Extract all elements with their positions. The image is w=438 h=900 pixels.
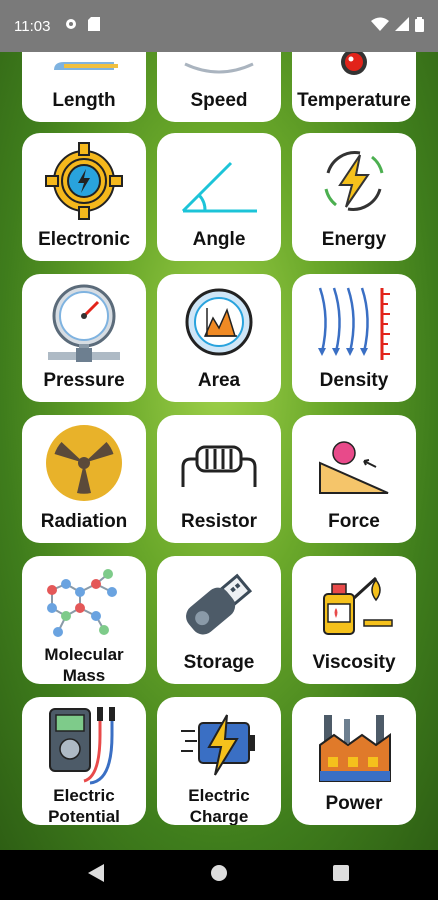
tile-label: Molecular Mass xyxy=(22,644,146,684)
tile-electric-charge[interactable]: Electric Charge xyxy=(157,697,281,825)
home-icon xyxy=(210,864,228,887)
tile-label: Electronic xyxy=(38,229,130,250)
thermometer-icon xyxy=(314,52,394,82)
tile-density[interactable]: Density xyxy=(292,274,416,402)
tile-viscosity[interactable]: Viscosity xyxy=(292,556,416,684)
power-plant-icon xyxy=(314,705,394,785)
tile-label: Area xyxy=(197,370,241,391)
back-icon xyxy=(88,863,104,887)
force-ramp-icon xyxy=(314,423,394,503)
navigation-bar xyxy=(0,850,438,900)
tile-label: Angle xyxy=(192,229,246,250)
tile-label-line2: Potential xyxy=(48,807,120,825)
area-icon xyxy=(179,282,259,362)
converter-grid-screen: Length Speed Temperature Electronic Angl… xyxy=(0,52,438,850)
tile-length[interactable]: Length xyxy=(22,52,146,122)
tile-label: Resistor xyxy=(180,511,258,532)
battery-charge-icon xyxy=(179,705,259,785)
speedometer-icon xyxy=(179,52,259,82)
usb-drive-icon xyxy=(179,564,259,644)
tile-label-line2: Charge xyxy=(189,807,249,825)
tile-label: Temperature xyxy=(297,90,411,111)
tile-label-line2: Mass xyxy=(62,666,106,684)
tile-radiation[interactable]: Radiation xyxy=(22,415,146,543)
tile-label-line1: Molecular xyxy=(44,645,124,664)
wifi-icon xyxy=(371,17,389,35)
signal-icon xyxy=(395,17,409,35)
tile-label: Force xyxy=(328,511,380,532)
battery-icon xyxy=(415,16,424,36)
tile-label-line1: Electric xyxy=(53,786,115,805)
oil-can-icon xyxy=(314,564,394,644)
tile-molecular-mass[interactable]: Molecular Mass xyxy=(22,556,146,684)
pressure-gauge-icon xyxy=(44,282,124,362)
tile-speed[interactable]: Speed xyxy=(157,52,281,122)
tile-label: Power xyxy=(325,793,383,814)
molecule-icon xyxy=(44,564,124,644)
tile-label: Electric Potential xyxy=(22,785,146,825)
tile-label: Pressure xyxy=(43,370,125,391)
tile-electric-potential[interactable]: Electric Potential xyxy=(22,697,146,825)
resistor-icon xyxy=(179,423,259,503)
multimeter-icon xyxy=(44,705,124,785)
tile-force[interactable]: Force xyxy=(292,415,416,543)
tile-pressure[interactable]: Pressure xyxy=(22,274,146,402)
status-time: 11:03 xyxy=(14,17,51,35)
tape-measure-icon xyxy=(44,52,124,82)
density-icon xyxy=(314,282,394,362)
converter-grid: Length Speed Temperature Electronic Angl… xyxy=(0,52,438,850)
status-bar: 11:03 xyxy=(0,0,438,52)
nav-back-button[interactable] xyxy=(66,850,126,900)
tile-temperature[interactable]: Temperature xyxy=(292,52,416,122)
tile-storage[interactable]: Storage xyxy=(157,556,281,684)
tile-area[interactable]: Area xyxy=(157,274,281,402)
tile-label-line1: Electric xyxy=(188,786,250,805)
tile-electronic[interactable]: Electronic xyxy=(22,133,146,261)
gear-icon xyxy=(64,17,78,35)
tile-label: Storage xyxy=(183,652,255,673)
tile-angle[interactable]: Angle xyxy=(157,133,281,261)
tile-label: Length xyxy=(52,90,116,111)
nav-home-button[interactable] xyxy=(189,850,249,900)
electronic-gear-icon xyxy=(44,141,124,221)
tile-label: Electric Charge xyxy=(157,785,281,825)
radiation-icon xyxy=(44,423,124,503)
tile-energy[interactable]: Energy xyxy=(292,133,416,261)
tile-label: Viscosity xyxy=(312,652,396,673)
tile-power[interactable]: Power xyxy=(292,697,416,825)
angle-icon xyxy=(179,141,259,221)
nav-recents-button[interactable] xyxy=(311,850,371,900)
tile-label: Radiation xyxy=(40,511,128,532)
energy-bolt-icon xyxy=(314,141,394,221)
tile-resistor[interactable]: Resistor xyxy=(157,415,281,543)
tile-label: Energy xyxy=(321,229,387,250)
tile-label: Density xyxy=(319,370,389,391)
tile-label: Speed xyxy=(190,90,248,111)
sd-card-icon xyxy=(88,17,101,35)
recents-icon xyxy=(333,864,349,886)
